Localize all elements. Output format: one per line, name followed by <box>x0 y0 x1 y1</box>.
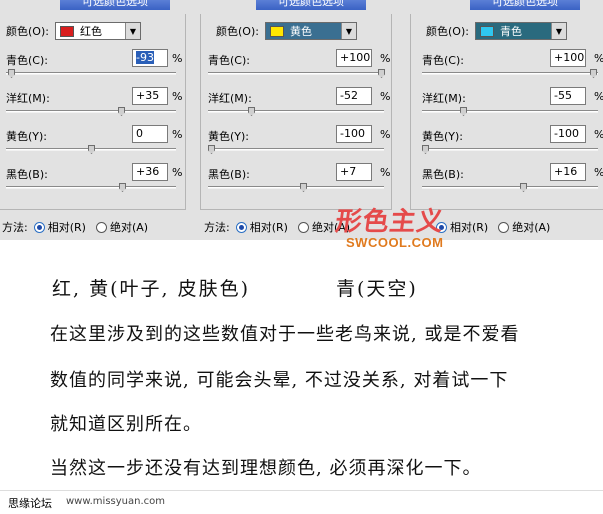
color-swatch <box>269 25 284 37</box>
percent-label: % <box>380 90 391 103</box>
field-label: 黑色(B): <box>422 168 464 181</box>
color-swatch <box>479 25 494 37</box>
logo-text: 形色主义 <box>333 207 446 237</box>
percent-label: % <box>594 128 603 141</box>
color-swatch <box>59 25 74 37</box>
footer-site-name: 思缘论坛 <box>8 497 52 510</box>
dialog-strip: 可选颜色选项 颜色(O): 红色 ▼ 青色(C): -93 % 洋红(M): +… <box>0 0 603 250</box>
method-row: 方法: 相对(R) 绝对(A) <box>2 219 148 235</box>
swcool-logo: 形色主义 SWCOOL.COM <box>333 201 446 251</box>
black-input[interactable]: +7 <box>336 163 372 181</box>
cyan-slider[interactable] <box>6 69 176 78</box>
black-slider[interactable] <box>6 183 176 192</box>
relative-radio[interactable] <box>33 221 45 233</box>
percent-label: % <box>172 166 183 179</box>
cyan-input[interactable]: +100 <box>336 49 372 67</box>
method-label: 方法: <box>204 221 230 234</box>
footer: 思缘论坛 www.missyuan.com <box>0 490 603 514</box>
color-row: 颜色(O): 青色 ▼ <box>426 22 567 40</box>
panel-title: 可选颜色选项 <box>256 0 366 10</box>
black-slider[interactable] <box>422 183 598 192</box>
field-label: 洋红(M): <box>208 92 252 105</box>
panel-title: 可选颜色选项 <box>470 0 580 10</box>
percent-label: % <box>172 52 183 65</box>
absolute-label[interactable]: 绝对(A) <box>110 219 148 235</box>
black-input[interactable]: +16 <box>550 163 586 181</box>
field-label: 青色(C): <box>6 54 48 67</box>
cyan-slider[interactable] <box>422 69 598 78</box>
method-row: 方法: 相对(R) 绝对(A) <box>204 219 350 235</box>
color-label: 颜色(O): <box>426 25 469 38</box>
magenta-input[interactable]: +35 <box>132 87 168 105</box>
color-label: 颜色(O): <box>216 25 259 38</box>
magenta-input[interactable]: -55 <box>550 87 586 105</box>
field-label: 黑色(B): <box>208 168 250 181</box>
field-label: 黄色(Y): <box>422 130 464 143</box>
yellow-input[interactable]: -100 <box>336 125 372 143</box>
field-label: 黄色(Y): <box>6 130 48 143</box>
relative-radio[interactable] <box>235 221 247 233</box>
percent-label: % <box>172 128 183 141</box>
black-slider[interactable] <box>208 183 384 192</box>
color-row: 颜色(O): 黄色 ▼ <box>216 22 357 40</box>
cyan-slider[interactable] <box>208 69 385 78</box>
field-label: 青色(C): <box>208 54 250 67</box>
field-label: 洋红(M): <box>422 92 466 105</box>
footer-url: www.missyuan.com <box>66 496 165 507</box>
field-label: 黑色(B): <box>6 168 48 181</box>
yellow-slider[interactable] <box>6 145 176 154</box>
field-label: 青色(C): <box>422 54 464 67</box>
color-value: 青色 <box>499 25 522 38</box>
panel-title: 可选颜色选项 <box>60 0 170 10</box>
hand-line-3: 数值的同学来说, 可能会头晕, 不过没关系, 对着试一下 <box>50 370 509 391</box>
magenta-slider[interactable] <box>422 107 598 116</box>
percent-label: % <box>594 166 603 179</box>
yellow-slider[interactable] <box>208 145 384 154</box>
method-row: 相对(R) 绝对(A) <box>430 219 550 235</box>
chevron-down-icon[interactable]: ▼ <box>340 23 356 39</box>
cyan-input[interactable]: -93 <box>132 49 168 67</box>
field-label: 洋红(M): <box>6 92 50 105</box>
percent-label: % <box>380 128 391 141</box>
hand-line-5: 当然这一步还没有达到理想颜色, 必须再深化一下。 <box>50 458 482 479</box>
percent-label: % <box>172 90 183 103</box>
percent-label: % <box>380 166 391 179</box>
yellow-input[interactable]: -100 <box>550 125 586 143</box>
color-value: 红色 <box>79 25 102 38</box>
panel-red: 可选颜色选项 颜色(O): 红色 ▼ 青色(C): -93 % 洋红(M): +… <box>0 0 186 240</box>
percent-label: % <box>594 52 603 65</box>
logo-url: SWCOOL.COM <box>346 235 444 250</box>
chevron-down-icon[interactable]: ▼ <box>124 23 140 39</box>
color-label: 颜色(O): <box>6 25 49 38</box>
color-dropdown[interactable]: 红色 ▼ <box>54 22 141 40</box>
magenta-input[interactable]: -52 <box>336 87 372 105</box>
magenta-slider[interactable] <box>208 107 384 116</box>
black-input[interactable]: +36 <box>132 163 168 181</box>
color-dropdown[interactable]: 黄色 ▼ <box>264 22 357 40</box>
cyan-input[interactable]: +100 <box>550 49 586 67</box>
color-value: 黄色 <box>289 25 312 38</box>
method-label: 方法: <box>2 221 28 234</box>
chevron-down-icon[interactable]: ▼ <box>550 23 566 39</box>
relative-label[interactable]: 相对(R) <box>450 219 488 235</box>
percent-label: % <box>380 52 391 65</box>
hand-line-2: 在这里涉及到的这些数值对于一些老鸟来说, 或是不爱看 <box>50 324 520 345</box>
absolute-radio[interactable] <box>498 221 510 233</box>
absolute-radio[interactable] <box>95 221 107 233</box>
relative-label[interactable]: 相对(R) <box>48 219 86 235</box>
color-dropdown[interactable]: 青色 ▼ <box>474 22 567 40</box>
magenta-slider[interactable] <box>6 107 176 116</box>
yellow-input[interactable]: 0 <box>132 125 168 143</box>
field-label: 黄色(Y): <box>208 130 250 143</box>
yellow-slider[interactable] <box>422 145 598 154</box>
hand-line-4: 就知道区别所在。 <box>50 414 202 435</box>
percent-label: % <box>594 90 603 103</box>
absolute-label[interactable]: 绝对(A) <box>512 219 550 235</box>
absolute-radio[interactable] <box>297 221 309 233</box>
relative-label[interactable]: 相对(R) <box>250 219 288 235</box>
hand-line-1-left: 红, 黄(叶子, 皮肤色) <box>52 278 250 300</box>
color-row: 颜色(O): 红色 ▼ <box>6 22 141 40</box>
hand-line-1-right: 青(天空) <box>336 278 418 300</box>
